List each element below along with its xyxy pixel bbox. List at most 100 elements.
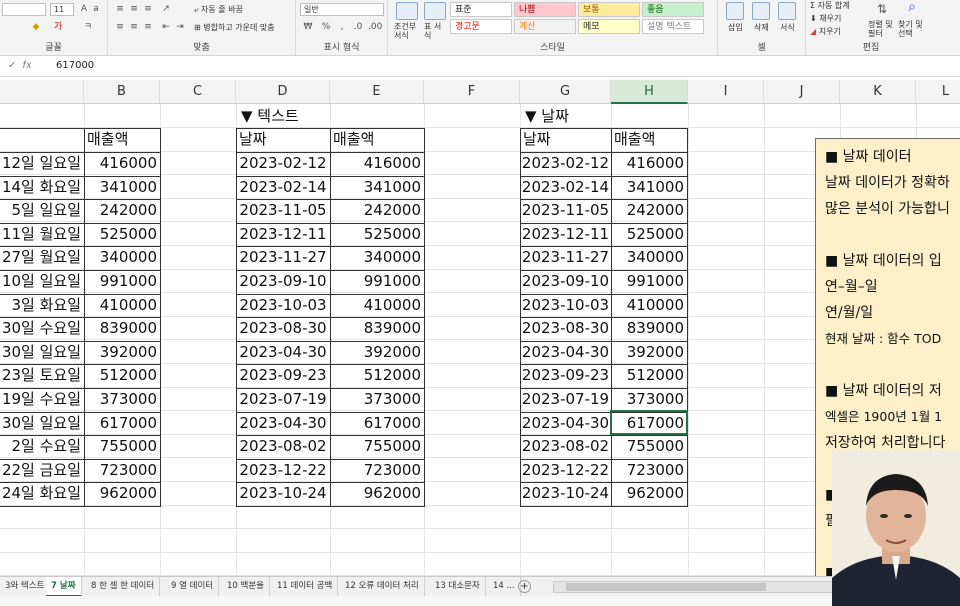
t1-value-cell[interactable]: 525000 [84,223,160,246]
merge-center-button[interactable]: ⊞ 병합하고 가운데 맞춤 [194,22,275,33]
t1-date-cell[interactable]: 24일 화요일 [0,482,84,505]
sheet-tab-4[interactable]: 9 열 데이터 [166,577,220,597]
t2-value-cell[interactable]: 525000 [330,223,424,246]
font-color-icon[interactable]: 가 [52,22,64,32]
t1-date-cell[interactable]: 5일 일요일 [0,199,84,222]
t3-value-cell[interactable]: 410000 [611,294,687,317]
wrap-text-button[interactable]: ⤶ 자동 줄 바꿈 [194,4,243,15]
t2-value-cell[interactable]: 410000 [330,294,424,317]
font-shrink-icon[interactable]: a [90,4,102,14]
column-header-g[interactable]: G [520,80,611,104]
t1-value-cell[interactable]: 341000 [84,176,160,199]
t1-value-cell[interactable]: 373000 [84,388,160,411]
selected-cell[interactable] [610,410,688,435]
t1-date-cell[interactable]: 3일 화요일 [0,294,84,317]
t1-date-cell[interactable]: 14일 화요일 [0,176,84,199]
t3-value-cell[interactable]: 723000 [611,459,687,482]
t3-date-header[interactable]: 날짜 [520,128,611,151]
conditional-format-icon[interactable] [396,2,418,20]
t2-date-cell[interactable]: 2023-07-19 [236,388,330,411]
t3-value-cell[interactable]: 755000 [611,435,687,458]
decimal-increase-icon[interactable]: .0 [352,22,364,32]
t3-value-cell[interactable]: 991000 [611,270,687,293]
t1-date-cell[interactable]: 12일 일요일 [0,152,84,175]
align-right-icon[interactable]: ≡ [142,22,154,32]
t1-value-cell[interactable]: 416000 [84,152,160,175]
t2-date-cell[interactable]: 2023-04-30 [236,341,330,364]
t1-date-cell[interactable]: 30일 일요일 [0,412,84,435]
sheet-tab-1[interactable]: 3와 텍스트 [0,577,51,597]
t3-date-cell[interactable]: 2023-12-11 [520,223,611,246]
t2-date-cell[interactable]: 2023-02-14 [236,176,330,199]
phonetic-icon[interactable]: ㅋ [82,22,94,32]
align-left-icon[interactable]: ≡ [114,22,126,32]
t3-date-cell[interactable]: 2023-10-03 [520,294,611,317]
cell-style-2[interactable]: 나쁨 [514,2,576,17]
t1-header[interactable]: 매출액 [84,128,160,151]
t2-value-cell[interactable]: 755000 [330,435,424,458]
t3-date-cell[interactable]: 2023-04-30 [520,341,611,364]
percent-icon[interactable]: % [320,22,332,32]
t1-value-cell[interactable]: 839000 [84,317,160,340]
t2-date-header[interactable]: 날짜 [236,128,330,151]
t1-value-cell[interactable]: 617000 [84,412,160,435]
sheet-tab-2[interactable]: 7 날짜 [46,577,82,597]
horizontal-scrollbar[interactable] [553,581,833,593]
t2-value-cell[interactable]: 512000 [330,364,424,387]
number-format-dropdown[interactable]: 일반 [300,3,384,16]
t3-value-cell[interactable]: 392000 [611,341,687,364]
t1-date-cell[interactable]: 22일 금요일 [0,459,84,482]
t2-date-cell[interactable]: 2023-02-12 [236,152,330,175]
t3-sales-header[interactable]: 매출액 [611,128,687,151]
t3-value-cell[interactable]: 373000 [611,388,687,411]
t2-value-cell[interactable]: 340000 [330,246,424,269]
t1-date-cell[interactable]: 23일 토요일 [0,364,84,387]
t3-date-cell[interactable]: 2023-09-10 [520,270,611,293]
sheet-tab-9[interactable]: 14 ... [488,577,521,597]
fill-color-icon[interactable]: ◆ [30,22,42,32]
t3-value-cell[interactable]: 341000 [611,176,687,199]
clear-button[interactable]: ◢ 지우기 [810,26,841,37]
column-header-k[interactable]: K [840,80,916,104]
t1-value-cell[interactable]: 991000 [84,270,160,293]
cell-style-3[interactable]: 보통 [578,2,640,17]
add-sheet-button[interactable]: + [518,580,531,593]
t2-value-cell[interactable]: 392000 [330,341,424,364]
t2-value-cell[interactable]: 373000 [330,388,424,411]
t1-date-cell[interactable]: 2일 수요일 [0,435,84,458]
column-header-l[interactable]: L [916,80,960,104]
t2-date-cell[interactable]: 2023-04-30 [236,412,330,435]
autosum-button[interactable]: Σ 자동 합계 [810,0,850,11]
decimal-decrease-icon[interactable]: .00 [368,22,382,32]
t3-date-cell[interactable]: 2023-02-14 [520,176,611,199]
cell-style-4[interactable]: 좋음 [642,2,704,17]
t3-title[interactable]: ▼ 날짜 [522,105,642,128]
indent-increase-icon[interactable]: ⇥ [174,22,186,32]
insert-cells-icon[interactable] [726,2,744,20]
sheet-tab-5[interactable]: 10 백분율 [222,577,270,597]
column-header-c[interactable]: C [160,80,236,104]
t1-value-cell[interactable]: 410000 [84,294,160,317]
t2-value-cell[interactable]: 991000 [330,270,424,293]
t2-date-cell[interactable]: 2023-11-05 [236,199,330,222]
t3-date-cell[interactable]: 2023-11-27 [520,246,611,269]
t1-date-cell[interactable]: 19일 수요일 [0,388,84,411]
format-cells-icon[interactable] [778,2,796,20]
column-header-b[interactable]: B [84,80,160,104]
t1-value-cell[interactable]: 242000 [84,199,160,222]
t1-date-cell[interactable]: 30일 수요일 [0,317,84,340]
t3-value-cell[interactable]: 416000 [611,152,687,175]
t1-value-cell[interactable]: 723000 [84,459,160,482]
font-grow-icon[interactable]: A [78,4,90,14]
t3-date-cell[interactable]: 2023-09-23 [520,364,611,387]
t2-value-cell[interactable]: 617000 [330,412,424,435]
table-format-icon[interactable] [424,2,446,20]
t2-value-cell[interactable]: 416000 [330,152,424,175]
t1-value-cell[interactable]: 392000 [84,341,160,364]
t3-value-cell[interactable]: 962000 [611,482,687,505]
t3-value-cell[interactable]: 242000 [611,199,687,222]
t3-value-cell[interactable]: 525000 [611,223,687,246]
column-header-h[interactable]: H [611,80,688,104]
t1-value-cell[interactable]: 340000 [84,246,160,269]
t3-value-cell[interactable]: 512000 [611,364,687,387]
